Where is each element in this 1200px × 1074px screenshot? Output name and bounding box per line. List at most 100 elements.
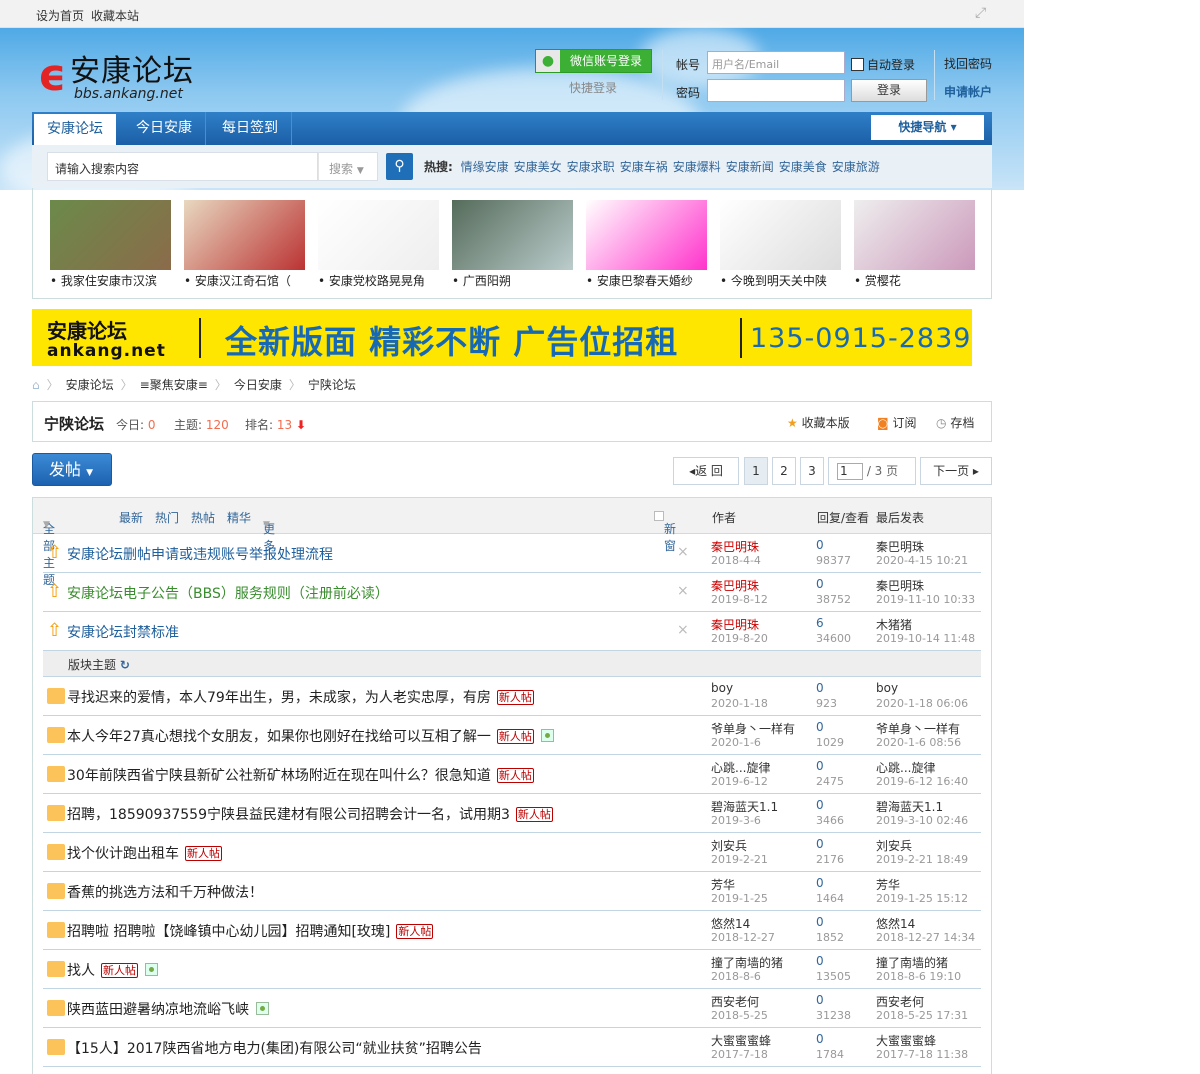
last-post-user[interactable]: 刘安兵 bbox=[876, 837, 912, 854]
fullscreen-icon[interactable]: ⤢ bbox=[975, 6, 990, 21]
thread-title[interactable]: 招聘啦 招聘啦【饶峰镇中心幼儿园】招聘通知[玫瑰] 新人帖 bbox=[67, 921, 434, 941]
thread-author[interactable]: 大蜜蜜蜜蜂 bbox=[711, 1032, 771, 1049]
last-post-time[interactable]: 2019-11-10 10:33 bbox=[876, 593, 975, 606]
hot-search-link[interactable]: 安康美女 bbox=[514, 160, 562, 174]
reply-count[interactable]: 0 bbox=[816, 876, 824, 890]
reply-count[interactable]: 0 bbox=[816, 681, 824, 695]
thread-title[interactable]: 安康论坛删帖申请或违规账号举报处理流程 bbox=[67, 544, 333, 564]
reply-count[interactable]: 0 bbox=[816, 837, 824, 851]
breadcrumb-item[interactable]: 今日安康 bbox=[234, 378, 282, 392]
reply-count[interactable]: 6 bbox=[816, 616, 824, 630]
new-post-button[interactable]: 发帖 ▼ bbox=[32, 453, 112, 486]
reply-count[interactable]: 0 bbox=[816, 954, 824, 968]
thread-author[interactable]: 心跳...旋律 bbox=[711, 759, 770, 776]
register-link[interactable]: 申请帐户 bbox=[944, 83, 992, 100]
last-post-time[interactable]: 2019-10-14 11:48 bbox=[876, 632, 975, 645]
last-post-time[interactable]: 2019-6-12 16:40 bbox=[876, 775, 968, 788]
last-post-time[interactable]: 2020-1-18 06:06 bbox=[876, 697, 968, 710]
last-post-user[interactable]: boy bbox=[876, 681, 898, 695]
last-post-user[interactable]: 撞了南墙的猪 bbox=[876, 954, 948, 971]
last-post-user[interactable]: 心跳...旋律 bbox=[876, 759, 935, 776]
thread-author[interactable]: 秦巴明珠 bbox=[711, 616, 759, 633]
find-password-link[interactable]: 找回密码 bbox=[944, 55, 992, 72]
filter-digest[interactable]: 精华 bbox=[227, 509, 251, 526]
filter-latest[interactable]: 最新 bbox=[119, 509, 143, 526]
thread-title[interactable]: 安康论坛电子公告（BBS）服务规则（注册前必读） bbox=[67, 583, 389, 603]
account-input[interactable]: 用户名/Email bbox=[707, 51, 845, 74]
reply-count[interactable]: 0 bbox=[816, 577, 824, 591]
home-icon[interactable]: ⌂ bbox=[32, 378, 40, 392]
thread-title[interactable]: 30年前陕西省宁陕县新矿公社新矿林场附近在现在叫什么？很急知道 新人帖 bbox=[67, 765, 534, 785]
reply-count[interactable]: 0 bbox=[816, 538, 824, 552]
last-post-time[interactable]: 2018-12-27 14:34 bbox=[876, 931, 975, 944]
last-post-user[interactable]: 秦巴明珠 bbox=[876, 538, 924, 555]
thread-title[interactable]: 香蕉的挑选方法和千万种做法！ bbox=[67, 882, 263, 902]
set-home-link[interactable]: 设为首页 bbox=[36, 7, 84, 24]
reply-count[interactable]: 0 bbox=[816, 798, 824, 812]
last-post-user[interactable]: 碧海蓝天1.1 bbox=[876, 798, 943, 815]
last-post-user[interactable]: 秦巴明珠 bbox=[876, 577, 924, 594]
nav-tab-checkin[interactable]: 每日签到 bbox=[209, 112, 292, 145]
hot-search-link[interactable]: 安康爆料 bbox=[673, 160, 721, 174]
search-type-select[interactable]: 搜索 ▼ bbox=[318, 152, 378, 181]
thread-author[interactable]: 西安老何 bbox=[711, 993, 759, 1010]
close-icon[interactable]: × bbox=[677, 583, 689, 599]
hot-search-link[interactable]: 情缘安康 bbox=[461, 160, 509, 174]
slide-item[interactable]: 今晚到明天关中陕 bbox=[720, 200, 841, 289]
thread-author[interactable]: 刘安兵 bbox=[711, 837, 747, 854]
thread-title[interactable]: 找人 新人帖 bbox=[67, 960, 158, 980]
thread-author[interactable]: 爷单身丶一样有 bbox=[711, 720, 795, 737]
last-post-user[interactable]: 悠然14 bbox=[876, 915, 915, 932]
new-window-checkbox[interactable]: 新窗 bbox=[654, 509, 676, 553]
hot-search-link[interactable]: 安康求职 bbox=[567, 160, 615, 174]
thread-author[interactable]: 碧海蓝天1.1 bbox=[711, 798, 778, 815]
last-post-time[interactable]: 2019-1-25 15:12 bbox=[876, 892, 968, 905]
last-post-time[interactable]: 2018-5-25 17:31 bbox=[876, 1009, 968, 1022]
slide-item[interactable]: 广西阳朔 bbox=[452, 200, 573, 289]
auto-login-checkbox[interactable]: 自动登录 bbox=[851, 56, 915, 73]
page-jump-input[interactable]: 1 bbox=[837, 463, 863, 480]
nav-tab-today[interactable]: 今日安康 bbox=[123, 112, 206, 145]
favorite-forum-button[interactable]: ★ 收藏本版 bbox=[787, 414, 850, 431]
site-logo[interactable]: ϵ 安康论坛 bbs.ankang.net bbox=[38, 46, 208, 106]
slide-item[interactable]: 安康党校路晃晃角 bbox=[318, 200, 439, 289]
slide-item[interactable]: 安康汉江奇石馆（ bbox=[184, 200, 305, 289]
hot-search-link[interactable]: 安康旅游 bbox=[832, 160, 880, 174]
filter-hot-posts[interactable]: 热帖 bbox=[191, 509, 215, 526]
login-button[interactable]: 登录 bbox=[851, 79, 927, 102]
thread-author[interactable]: 秦巴明珠 bbox=[711, 577, 759, 594]
breadcrumb-item[interactable]: 宁陕论坛 bbox=[308, 378, 356, 392]
wechat-login-button[interactable]: ● 微信账号登录 bbox=[535, 49, 652, 73]
thread-author[interactable]: boy bbox=[711, 681, 733, 695]
thread-title[interactable]: 找个伙计跑出租车 新人帖 bbox=[67, 843, 222, 863]
thread-author[interactable]: 撞了南墙的猪 bbox=[711, 954, 783, 971]
last-post-user[interactable]: 大蜜蜜蜜蜂 bbox=[876, 1032, 936, 1049]
slide-item[interactable]: 赏樱花 bbox=[854, 200, 975, 289]
back-button[interactable]: ◂返 回 bbox=[673, 457, 739, 485]
last-post-time[interactable]: 2017-7-18 11:38 bbox=[876, 1048, 968, 1061]
subscribe-button[interactable]: ◙ 订阅 bbox=[877, 414, 917, 431]
last-post-user[interactable]: 爷单身丶一样有 bbox=[876, 720, 960, 737]
thread-title[interactable]: 安康论坛封禁标准 bbox=[67, 622, 179, 642]
thread-title[interactable]: 【15人】2017陕西省地方电力(集团)有限公司“就业扶贫”招聘公告 bbox=[67, 1038, 482, 1058]
thread-title[interactable]: 招聘，18590937559宁陕县益民建材有限公司招聘会计一名，试用期3 新人帖 bbox=[67, 804, 553, 824]
quick-nav-button[interactable]: 快捷导航 ▾ bbox=[871, 115, 984, 140]
reply-count[interactable]: 0 bbox=[816, 915, 824, 929]
page-3[interactable]: 3 bbox=[800, 457, 824, 485]
page-1[interactable]: 1 bbox=[744, 457, 768, 485]
breadcrumb-item[interactable]: ≡聚焦安康≡ bbox=[140, 378, 208, 392]
search-button[interactable]: ⚲ bbox=[386, 153, 413, 180]
thread-author[interactable]: 秦巴明珠 bbox=[711, 538, 759, 555]
close-icon[interactable]: × bbox=[677, 622, 689, 638]
reply-count[interactable]: 0 bbox=[816, 993, 824, 1007]
hot-search-link[interactable]: 安康美食 bbox=[779, 160, 827, 174]
hot-search-link[interactable]: 安康车祸 bbox=[620, 160, 668, 174]
last-post-time[interactable]: 2019-2-21 18:49 bbox=[876, 853, 968, 866]
last-post-user[interactable]: 木猪猪 bbox=[876, 616, 912, 633]
last-post-user[interactable]: 芳华 bbox=[876, 876, 900, 893]
search-input[interactable]: 请输入搜索内容 bbox=[47, 152, 318, 181]
page-2[interactable]: 2 bbox=[772, 457, 796, 485]
bookmark-link[interactable]: 收藏本站 bbox=[91, 7, 139, 24]
ad-banner[interactable]: 安康论坛 ankang.net 全新版面 精彩不断 广告位招租 135-0915… bbox=[32, 309, 972, 366]
reply-count[interactable]: 0 bbox=[816, 759, 824, 773]
